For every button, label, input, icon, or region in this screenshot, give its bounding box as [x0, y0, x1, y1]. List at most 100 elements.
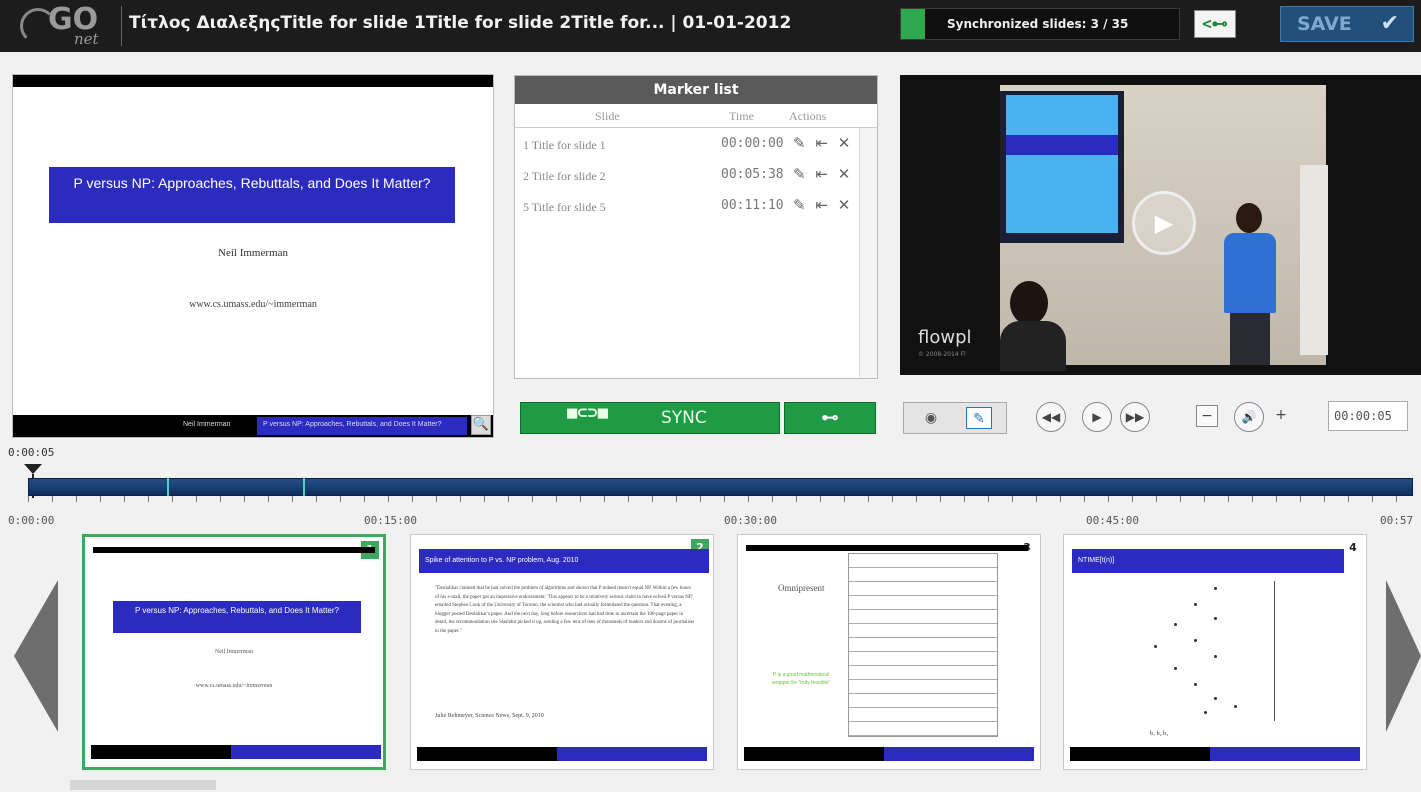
edit-mode-icon[interactable]: ✎: [966, 407, 992, 429]
sync-status-text: Synchronized slides: 3 / 35: [947, 17, 1129, 31]
marker-list-panel: Marker list Slide Time Actions 1 Title f…: [514, 75, 878, 379]
thumb-axis-label: b₁ b₂ b₃: [1150, 731, 1169, 737]
marker-time: 00:00:00: [721, 136, 784, 151]
thumbnail-number: 4: [1344, 539, 1362, 557]
thumb-author: Neil Immerman: [214, 649, 254, 655]
col-slide: Slide: [595, 109, 620, 123]
slide-thumbnail-3[interactable]: 3 Omnipresent P is a good mathematical w…: [737, 534, 1041, 770]
play-overlay-icon[interactable]: ▶: [1132, 191, 1196, 255]
lecturer-legs: [1230, 313, 1270, 365]
eye-icon[interactable]: ◉: [918, 407, 944, 429]
marker-actions: ✎ ⇤ ✕: [793, 165, 855, 183]
slide-thumbnail-1[interactable]: 1 P versus NP: Approaches, Rebuttals, an…: [82, 534, 386, 770]
checkmark-icon: ✔: [1380, 11, 1399, 36]
thumb-top-bar: [746, 545, 1028, 551]
timeline-track[interactable]: [28, 478, 1413, 496]
sync-progress-bar: [901, 9, 925, 39]
thumb-footer: [1070, 747, 1360, 761]
thumb-title: P versus NP: Approaches, Rebuttals, and …: [113, 601, 361, 633]
thumb-title: Spike of attention to P vs. NP problem, …: [419, 549, 709, 573]
slide-thumbnail-2[interactable]: 2 Spike of attention to P vs. NP problem…: [410, 534, 714, 770]
sync-button[interactable]: ■⊂⊃■ SYNC: [520, 402, 780, 434]
view-edit-toggle: ◉ ✎: [903, 402, 1007, 434]
audience-figure: [1000, 281, 1066, 371]
playhead-icon[interactable]: [24, 464, 42, 474]
audience-body: [1000, 321, 1066, 371]
forward-button[interactable]: ▶▶: [1120, 402, 1150, 432]
edit-icon[interactable]: ✎: [793, 196, 806, 214]
volume-icon[interactable]: 🔊: [1234, 402, 1264, 432]
marker-time: 00:05:38: [721, 167, 784, 182]
delete-icon[interactable]: ✕: [838, 196, 851, 214]
marker-list-title: Marker list: [515, 76, 877, 104]
delete-icon[interactable]: ✕: [838, 165, 851, 183]
thumb-axis: [1274, 581, 1275, 721]
rewind-button[interactable]: ◀◀: [1036, 402, 1066, 432]
marker-slide: 2 Title for slide 2: [523, 169, 606, 183]
slide-footer-left: Neil Immerman: [183, 421, 231, 428]
thumb-diagram: [848, 553, 998, 737]
marker-actions: ✎ ⇤ ✕: [793, 196, 855, 214]
current-slide-preview: P versus NP: Approaches, Rebuttals, and …: [12, 74, 494, 438]
marker-row[interactable]: 1 Title for slide 1 00:00:00 ✎ ⇤ ✕: [515, 128, 877, 159]
tick-label: 00:45:00: [1086, 514, 1139, 527]
volume-down-button[interactable]: −: [1196, 405, 1218, 427]
sync-label: SYNC: [661, 408, 707, 428]
slide-top-bar: [13, 75, 493, 87]
thumb-quote: "Deolalikar claimed that he had solved t…: [435, 586, 695, 634]
jump-to-icon[interactable]: ⇤: [815, 134, 828, 152]
gonet-logo[interactable]: GO net: [18, 2, 114, 48]
marker-row[interactable]: 2 Title for slide 2 00:05:38 ✎ ⇤ ✕: [515, 159, 877, 190]
col-time: Time: [729, 109, 754, 123]
lecturer-head: [1236, 203, 1262, 233]
thumb-citation: Julie Rehmeyer, Science News, Sept. 9, 2…: [435, 713, 544, 719]
edit-icon[interactable]: ✎: [793, 165, 806, 183]
lecture-title: Τίτλος ΔιαλεξηςTitle for slide 1Title fo…: [129, 13, 792, 33]
jump-to-icon[interactable]: ⇤: [815, 196, 828, 214]
jump-to-icon[interactable]: ⇤: [815, 165, 828, 183]
play-button[interactable]: ▶: [1082, 402, 1112, 432]
marker-row[interactable]: 5 Title for slide 5 00:11:10 ✎ ⇤ ✕: [515, 190, 877, 221]
slide-title: P versus NP: Approaches, Rebuttals, and …: [49, 167, 455, 223]
thumb-top-bar: [93, 547, 375, 553]
marker-slide: 1 Title for slide 1: [523, 138, 606, 152]
thumb-side-text: Omnipresent: [778, 583, 825, 593]
marker-time: 00:11:10: [721, 198, 784, 213]
volume-up-button[interactable]: +: [1270, 405, 1292, 427]
previous-slides-arrow[interactable]: [14, 580, 58, 732]
slide-footer-right: P versus NP: Approaches, Rebuttals, and …: [257, 417, 467, 435]
edit-icon[interactable]: ✎: [793, 134, 806, 152]
timeline-ruler: [28, 496, 1413, 510]
brand-copyright: © 2008-2014 Fl: [918, 351, 966, 358]
marker-list-scrollbar[interactable]: [859, 128, 877, 378]
sync-icon: ■⊂⊃■: [567, 403, 608, 423]
slide-url: www.cs.umass.edu/~immerman: [189, 299, 317, 310]
thumb-footer: [744, 747, 1034, 761]
marker-list-header: Slide Time Actions: [515, 104, 877, 128]
sync-status-indicator: Synchronized slides: 3 / 35: [900, 8, 1180, 40]
tick-label: 00:57: [1380, 514, 1414, 527]
video-player[interactable]: ▶ flowpl © 2008-2014 Fl: [900, 75, 1421, 375]
lecturer-body: [1224, 233, 1276, 313]
current-time-field[interactable]: 00:00:05: [1328, 401, 1408, 431]
next-slides-arrow[interactable]: [1386, 580, 1421, 732]
col-actions: Actions: [789, 109, 827, 123]
slide-thumbnail-4[interactable]: 4 NTIME[t(n)] b₁ b₂ b₃: [1063, 534, 1367, 770]
zoom-icon[interactable]: 🔍: [471, 415, 491, 435]
go-to-sync-button[interactable]: <⊷: [1194, 10, 1236, 38]
thumb-tree-diagram: [1134, 583, 1304, 714]
slide-author: Neil Immerman: [218, 247, 288, 259]
timeline-marker[interactable]: [167, 478, 170, 496]
flowplayer-brand: flowpl © 2008-2014 Fl: [918, 327, 972, 358]
thumb-title: NTIME[t(n)]: [1072, 549, 1344, 573]
thumb-footer: [91, 745, 381, 759]
lecturer-figure: [1220, 203, 1280, 365]
slide-footer: Neil Immerman P versus NP: Approaches, R…: [13, 415, 493, 437]
sync-next-button[interactable]: ⊷: [784, 402, 876, 434]
thumbnail-scrollbar[interactable]: [70, 780, 216, 790]
thumb-url: www.cs.umass.edu/~immerman: [195, 683, 273, 689]
header-divider: [121, 6, 122, 46]
timeline-marker[interactable]: [303, 478, 306, 496]
delete-icon[interactable]: ✕: [838, 134, 851, 152]
save-button[interactable]: SAVE ✔: [1280, 6, 1414, 42]
